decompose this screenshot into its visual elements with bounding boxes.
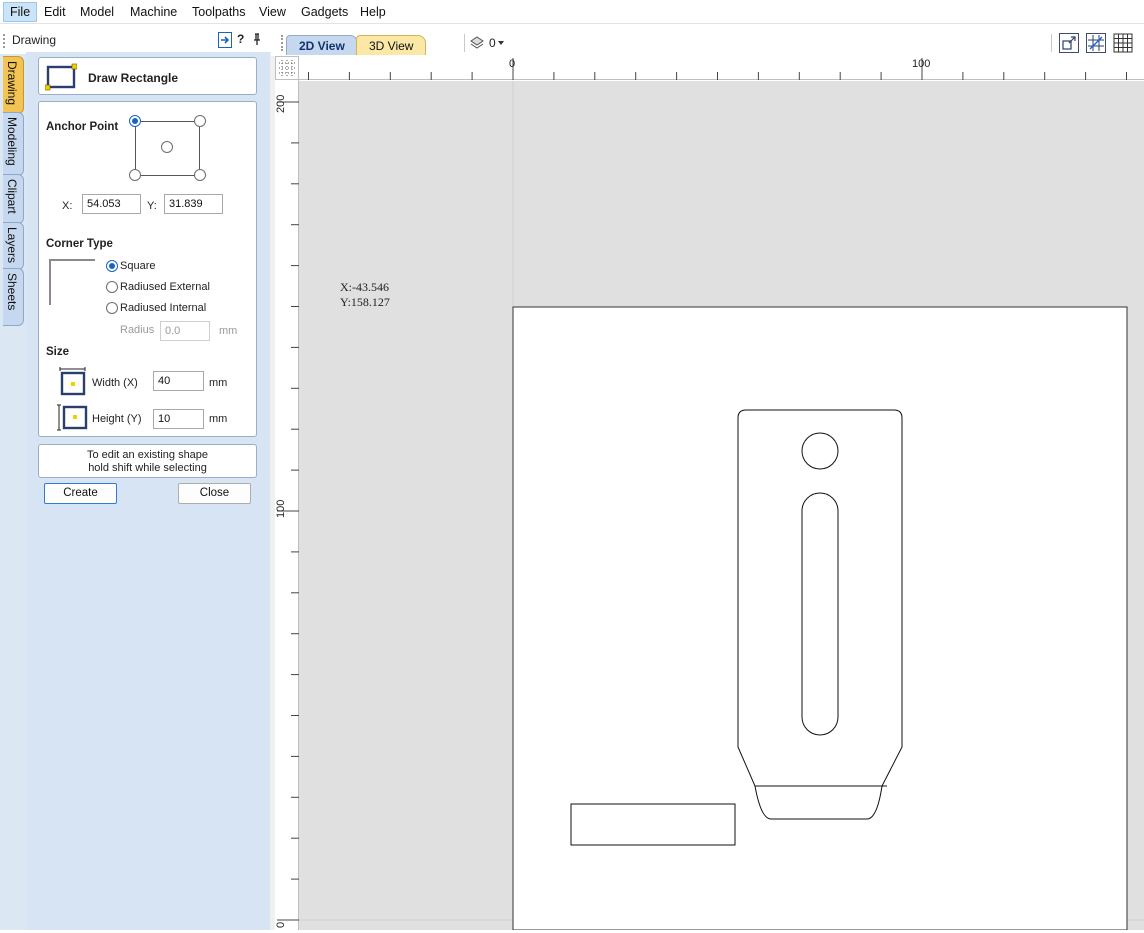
separator [1051,34,1052,52]
ruler-label-x-100: 100 [912,58,931,70]
height-field[interactable]: 10 [153,409,204,429]
anchor-bottom-right-radio[interactable] [194,169,206,181]
ruler-origin-corner[interactable] [275,56,299,80]
radius-field[interactable]: 0.0 [160,321,210,341]
horizontal-ruler-ticks [308,58,1127,80]
anchor-x-label: X: [62,200,73,212]
anchor-y-field[interactable]: 31.839 [164,194,223,214]
snap-grid-icon[interactable] [1086,33,1106,53]
corner-square-label[interactable]: Square [120,260,155,272]
anchor-x-field[interactable]: 54.053 [82,194,141,214]
rectangle-tool-icon [44,63,78,94]
drawing-canvas[interactable]: X:-43.546 Y:158.127 [299,81,1144,930]
anchor-point-heading: Anchor Point [46,121,119,133]
create-button[interactable]: Create [44,483,117,504]
size-heading: Size [46,346,70,358]
anchor-y-label: Y: [147,200,157,212]
width-icon [58,366,88,399]
auto-hide-icon[interactable] [218,32,232,48]
corner-preview-icon [49,259,95,305]
view-tab-bar: 2D View 3D View 0 [271,30,1144,56]
corner-radiused-internal-label[interactable]: Radiused Internal [120,302,206,314]
panel-title: Drawing [12,33,57,47]
layer-icon[interactable] [470,36,484,52]
width-unit: mm [209,377,228,389]
menu-help[interactable]: Help [354,2,392,22]
help-icon[interactable]: ? [237,32,244,46]
menu-machine[interactable]: Machine [124,2,183,22]
tab-layers[interactable]: Layers [3,222,24,270]
tool-title-card: Draw Rectangle [38,57,257,95]
anchor-top-right-radio[interactable] [194,115,206,127]
tab-3d-view[interactable]: 3D View [356,35,427,55]
pin-icon[interactable] [252,33,262,50]
corner-radiused-internal-radio[interactable] [106,302,118,314]
tab-sheets[interactable]: Sheets [3,268,24,326]
width-field[interactable]: 40 [153,371,204,391]
hint-line-2: hold shift while selecting [88,462,207,474]
menu-bar: File Edit Model Machine Toolpaths View G… [0,0,1144,24]
ruler-label-y-0: 0 [275,921,287,928]
corner-type-heading: Corner Type [46,238,113,250]
tab-drawing[interactable]: Drawing [3,56,24,114]
hint-card: To edit an existing shape hold shift whi… [38,444,257,478]
corner-square-radio[interactable] [106,260,118,272]
radius-label: Radius [120,324,155,336]
corner-radiused-external-label[interactable]: Radiused External [120,281,210,293]
corner-radiused-external-radio[interactable] [106,281,118,293]
panel-header: Drawing ? [0,30,270,52]
side-tab-strip: Drawing Modeling Clipart Layers Sheets [0,54,26,930]
cursor-x-readout: X:-43.546 [340,280,389,294]
hint-line-1: To edit an existing shape [86,449,209,461]
tab-2d-view[interactable]: 2D View [286,35,358,55]
menu-file[interactable]: File [3,2,38,22]
close-button[interactable]: Close [178,483,251,504]
options-card: Anchor Point X: 54.053 Y: 31.839 Corner … [38,101,257,437]
chevron-down-icon[interactable] [498,41,504,45]
height-label: Height (Y) [92,413,142,425]
layer-dropdown[interactable]: 0 [489,36,496,50]
tab-modeling[interactable]: Modeling [3,112,24,176]
menu-edit[interactable]: Edit [38,2,72,22]
cursor-y-readout: Y:158.127 [340,295,390,309]
menu-model[interactable]: Model [74,2,120,22]
height-unit: mm [209,413,228,425]
tool-title: Draw Rectangle [88,71,179,85]
menu-view[interactable]: View [253,2,292,22]
height-icon [55,403,89,436]
anchor-center-radio[interactable] [161,141,173,153]
material-sheet [512,306,1128,930]
grip-handle[interactable] [3,34,5,48]
vertical-ruler: 200 100 0 [275,80,299,930]
anchor-top-left-radio[interactable] [129,115,141,127]
ruler-label-y-200: 200 [275,94,287,113]
separator [464,34,465,52]
anchor-bottom-left-radio[interactable] [129,169,141,181]
horizontal-ruler: 0 100 [299,56,1144,80]
ruler-label-x-0: 0 [509,58,516,70]
zoom-extents-icon[interactable] [1059,33,1079,53]
tab-clipart[interactable]: Clipart [3,174,24,224]
radius-unit: mm [219,325,238,337]
menu-gadgets[interactable]: Gadgets [295,2,354,22]
canvas-drawing [299,81,1144,930]
ruler-label-y-100: 100 [275,499,287,518]
menu-toolpaths[interactable]: Toolpaths [186,2,252,22]
grid-icon[interactable] [1113,33,1133,53]
width-label: Width (X) [92,377,138,389]
tabbar-grip [281,35,285,51]
draw-rectangle-panel: Draw Rectangle Anchor Point X: 54.053 Y:… [26,52,271,930]
